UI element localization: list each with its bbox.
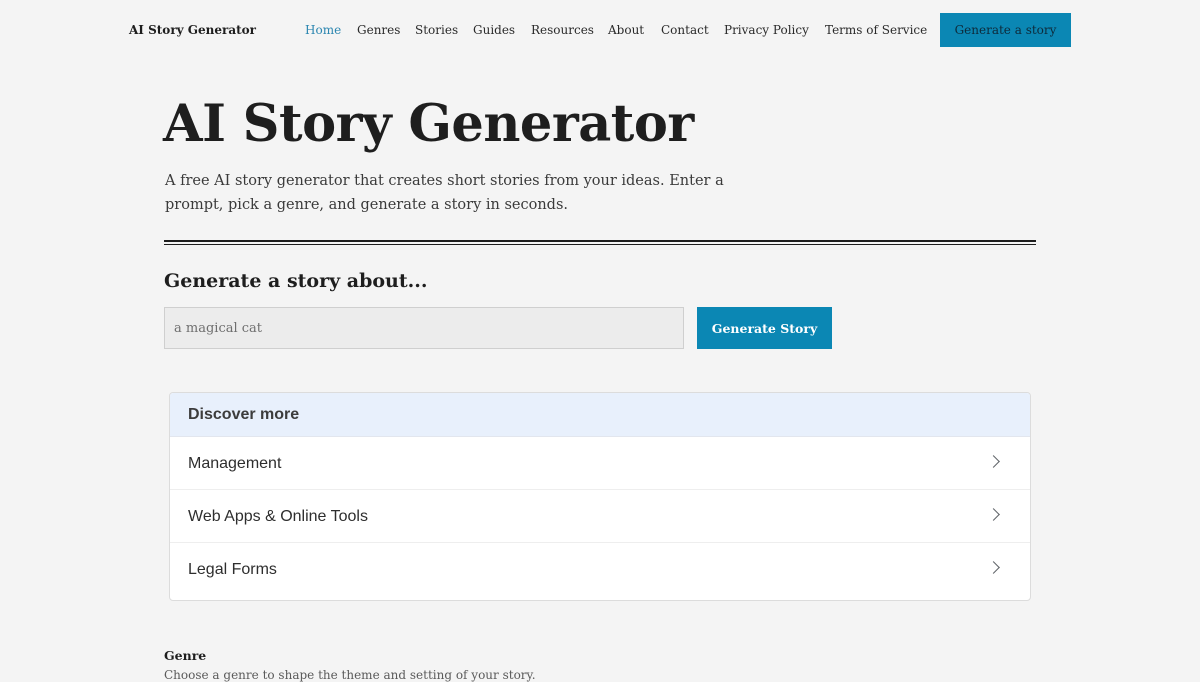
nav-item-terms-of-service[interactable]: Terms of Service [825,23,927,37]
page-description: A free AI story generator that creates s… [165,173,724,213]
generate-a-story-button[interactable]: Generate a story [940,13,1071,47]
nav-item-guides[interactable]: Guides [473,23,515,37]
nav-item-home[interactable]: Home [305,23,341,37]
discover-more-heading: Discover more [170,393,1030,437]
generate-story-button[interactable]: Generate Story [697,307,832,349]
discover-item-management[interactable]: Management [170,437,1030,490]
nav-item-stories[interactable]: Stories [415,23,458,37]
nav-item-genres[interactable]: Genres [357,23,400,37]
genre-help-text: Choose a genre to shape the theme and se… [164,668,536,682]
chevron-right-icon [987,561,1000,574]
nav-item-resources[interactable]: Resources [531,23,594,37]
genre-label: Genre [164,648,207,663]
section-divider [164,240,1036,245]
generator-heading: Generate a story about... [164,270,428,292]
page-title: AI Story Generator [163,94,694,154]
nav-item-about[interactable]: About [608,23,644,37]
nav-item-contact[interactable]: Contact [661,23,709,37]
nav-item-privacy-policy[interactable]: Privacy Policy [724,23,809,37]
chevron-right-icon [987,455,1000,468]
site-header: AI Story Generator Home Genres Stories G… [0,0,1200,62]
discover-item-legal-forms[interactable]: Legal Forms [170,543,1030,596]
discover-item-web-apps[interactable]: Web Apps & Online Tools [170,490,1030,543]
discover-item-label: Management [188,455,282,472]
discover-item-label: Legal Forms [188,561,277,578]
chevron-right-icon [987,508,1000,521]
discover-item-label: Web Apps & Online Tools [188,508,368,525]
discover-more-card: Discover more Management Web Apps & Onli… [169,392,1031,601]
story-prompt-input[interactable] [164,307,684,349]
